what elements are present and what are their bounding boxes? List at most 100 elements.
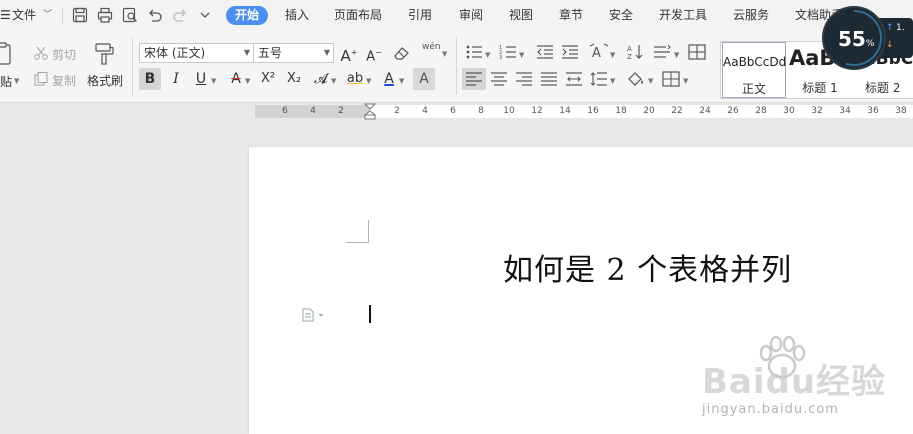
chevron-down-icon[interactable]: ▼: [331, 77, 336, 85]
ruler-tick-label: 28: [755, 106, 767, 116]
align-center-icon[interactable]: [490, 71, 508, 87]
line-spacing-icon[interactable]: [590, 71, 608, 87]
chevron-down-icon[interactable]: ▼: [399, 77, 404, 85]
undo-icon[interactable]: [146, 6, 164, 24]
style-name: 标题 1: [802, 81, 838, 95]
document-title[interactable]: 如何是 2 个表格并列: [503, 245, 792, 289]
sort-icon[interactable]: AZ: [626, 43, 644, 61]
ribbon-home: 贴 ▼ 剪切 复制 格式刷 宋体 (正文) ▼ 五号 ▼ A+ A− wén ▼…: [0, 31, 913, 103]
justify-icon[interactable]: [540, 71, 558, 87]
font-size-select[interactable]: 五号 ▼: [253, 43, 334, 63]
customize-quick-access-icon[interactable]: [196, 6, 214, 24]
chevron-down-icon[interactable]: ▼: [245, 77, 250, 85]
ruler-tick-label: 18: [615, 106, 627, 116]
print-preview-icon[interactable]: [121, 6, 139, 24]
chevron-down-icon[interactable]: ▼: [648, 77, 653, 85]
chevron-down-icon[interactable]: ▼: [366, 77, 371, 85]
chevron-down-icon[interactable]: ▼: [683, 77, 688, 85]
tab-view[interactable]: 视图: [509, 0, 533, 31]
copy-icon: [33, 71, 49, 87]
svg-text:A: A: [592, 46, 601, 61]
tab-security[interactable]: 安全: [609, 0, 633, 31]
italic-button[interactable]: I: [165, 68, 187, 90]
horizontal-ruler[interactable]: 6 4 2 2 4 6 8 10 12 14 16 18 20 22 24 26 28 30 32 34 36 38: [0, 103, 913, 120]
grow-font-button[interactable]: A+: [338, 42, 360, 65]
tab-home[interactable]: 开始: [226, 6, 268, 25]
ruler-tick-label: 22: [671, 106, 683, 116]
shading-fill-icon[interactable]: [626, 70, 646, 88]
eraser-icon[interactable]: [393, 45, 411, 61]
character-shading-button[interactable]: A: [413, 68, 435, 90]
ruler-tick-label: 6: [282, 106, 288, 116]
paste-button[interactable]: 贴: [0, 73, 12, 90]
ruler-tick-label: 30: [783, 106, 795, 116]
menu-bar: ☰ 文件 ﹀ 开始 插入 页面布局 引用 审阅 视图 章节 安全 开发工具 云服…: [0, 0, 913, 31]
show-hide-marks-icon[interactable]: [688, 44, 706, 60]
speed-widget[interactable]: ↑ 1. ↓ 55%: [822, 6, 913, 70]
indent-marker[interactable]: [363, 103, 377, 120]
cut-button[interactable]: 剪切: [52, 46, 76, 63]
copy-button[interactable]: 复制: [52, 72, 76, 89]
chevron-down-icon: ▼: [243, 48, 250, 57]
chevron-down-icon[interactable]: ▼: [485, 51, 490, 59]
pinyin-guide-button[interactable]: wén: [422, 42, 441, 52]
chevron-down-icon[interactable]: ▼: [519, 51, 524, 59]
chevron-down-icon: ﹀: [43, 10, 53, 20]
font-name-select[interactable]: 宋体 (正文) ▼: [139, 43, 254, 63]
align-left-icon[interactable]: [462, 68, 486, 90]
ruler-tick-label: 2: [338, 106, 344, 116]
print-icon[interactable]: [96, 6, 114, 24]
underline-button[interactable]: U: [190, 68, 212, 90]
scissors-icon: [33, 45, 49, 61]
bold-button[interactable]: B: [139, 68, 161, 90]
chinese-layout-icon[interactable]: [653, 44, 671, 60]
highlight-button[interactable]: ab: [344, 68, 366, 90]
decrease-indent-icon[interactable]: [536, 44, 554, 60]
paragraph-options-icon[interactable]: [302, 307, 326, 322]
chevron-down-icon[interactable]: ▼: [610, 51, 615, 59]
numbered-list-icon[interactable]: 123: [499, 44, 517, 60]
font-color-button[interactable]: A: [378, 68, 400, 90]
paste-icon[interactable]: [0, 41, 16, 67]
tab-page-layout[interactable]: 页面布局: [334, 0, 382, 31]
file-menu[interactable]: ☰ 文件 ﹀: [0, 0, 58, 31]
strikethrough-button[interactable]: A: [225, 68, 247, 90]
chevron-down-icon[interactable]: ▼: [610, 77, 615, 85]
chevron-down-icon[interactable]: ▼: [674, 51, 679, 59]
speed-value: 55%: [838, 27, 874, 51]
ruler-tick-label: 38: [895, 106, 907, 116]
distributed-align-icon[interactable]: [565, 71, 583, 87]
format-painter-button[interactable]: 格式刷: [87, 72, 123, 89]
increase-indent-icon[interactable]: [561, 44, 579, 60]
superscript-button[interactable]: X²: [257, 68, 279, 90]
tab-insert[interactable]: 插入: [285, 0, 309, 31]
font-size-value: 五号: [258, 46, 283, 60]
shrink-font-button[interactable]: A−: [363, 42, 385, 64]
chevron-down-icon[interactable]: ▼: [14, 77, 19, 85]
tab-review[interactable]: 审阅: [459, 0, 483, 31]
redo-icon[interactable]: [171, 6, 189, 24]
chevron-down-icon: ▼: [323, 48, 330, 57]
font-name-value: 宋体 (正文): [144, 46, 206, 60]
tab-references[interactable]: 引用: [408, 0, 432, 31]
format-painter-icon[interactable]: [93, 42, 115, 66]
divider: [132, 37, 133, 95]
chevron-down-icon[interactable]: ▼: [442, 50, 447, 58]
borders-icon[interactable]: [662, 71, 680, 87]
tab-developer-tools[interactable]: 开发工具: [659, 0, 707, 31]
tab-cloud-services[interactable]: 云服务: [733, 0, 769, 31]
svg-text:A: A: [627, 45, 632, 53]
chevron-down-icon[interactable]: ▼: [211, 77, 216, 85]
text-effect-button[interactable]: 𝓐: [310, 68, 332, 90]
margin-corner-mark: [346, 220, 369, 243]
text-direction-icon[interactable]: A: [589, 43, 609, 61]
subscript-button[interactable]: X₂: [283, 68, 305, 90]
speed-unit: %: [865, 39, 875, 49]
save-icon[interactable]: [71, 6, 89, 24]
divider: [62, 8, 63, 24]
ruler-tick-label: 16: [587, 106, 599, 116]
bullet-list-icon[interactable]: [465, 44, 483, 60]
align-right-icon[interactable]: [515, 71, 533, 87]
style-normal[interactable]: AaBbCcDd 正文: [722, 42, 786, 98]
tab-chapter[interactable]: 章节: [559, 0, 583, 31]
